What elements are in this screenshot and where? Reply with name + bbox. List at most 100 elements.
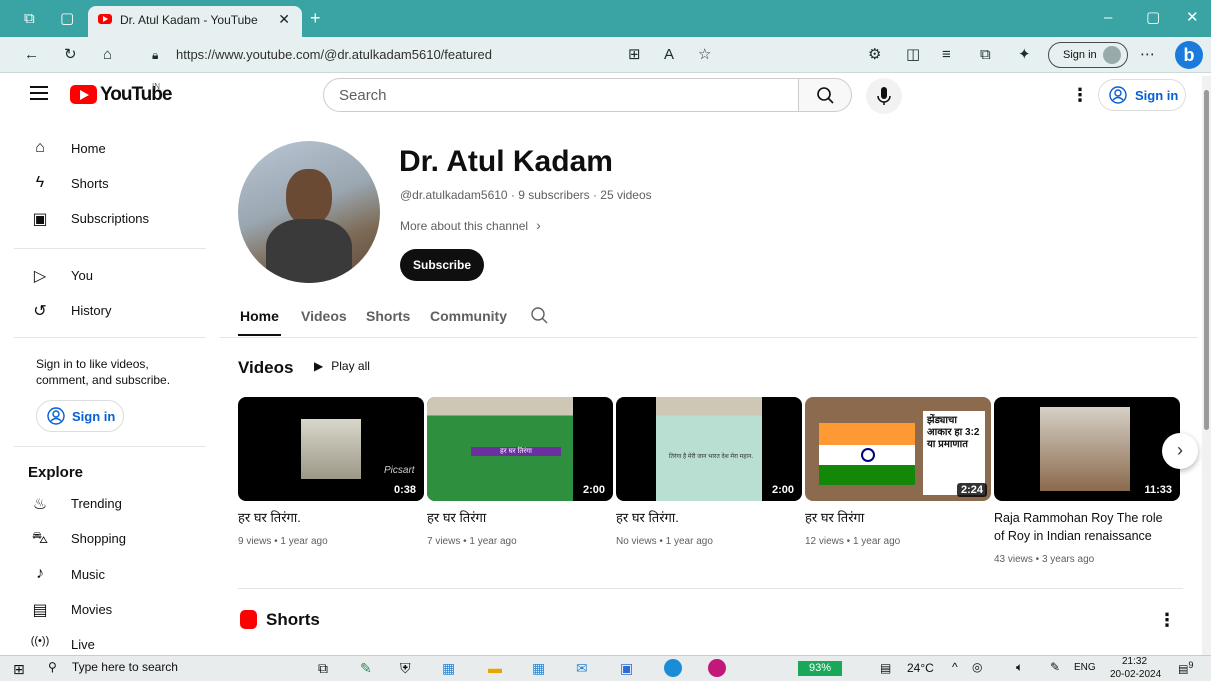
- scrollbar-thumb[interactable]: [1204, 90, 1209, 430]
- calendar-icon[interactable]: ▦: [532, 660, 545, 677]
- channel-search-icon[interactable]: [530, 306, 550, 326]
- news-widget-icon[interactable]: ▤: [880, 661, 891, 675]
- header-signin-button[interactable]: Sign in: [1098, 79, 1186, 111]
- play-icon: ▶: [314, 359, 324, 373]
- minimize-icon[interactable]: –: [1104, 10, 1112, 26]
- home-browser-icon[interactable]: ⌂: [103, 47, 112, 63]
- video-meta: 12 views • 1 year ago: [805, 536, 901, 547]
- search-input[interactable]: Search: [323, 78, 799, 112]
- browser-tab-active[interactable]: Dr. Atul Kadam - YouTube ✕: [88, 6, 302, 37]
- clock-time[interactable]: 21:32: [1122, 656, 1147, 667]
- close-tab-icon[interactable]: ✕: [278, 11, 290, 28]
- signin-prompt: Sign in to like videos, comment, and sub…: [36, 357, 171, 387]
- app-icon[interactable]: ✎: [360, 660, 372, 677]
- extensions-icon[interactable]: ⚙: [868, 47, 881, 63]
- video-thumbnail-1[interactable]: Picsart 0:38: [238, 397, 424, 501]
- show-hidden-icons-icon[interactable]: ^: [952, 660, 958, 674]
- tab-community[interactable]: Community: [430, 308, 507, 324]
- notification-center-icon[interactable]: ▤9: [1178, 660, 1194, 676]
- copilot-icon[interactable]: ✦: [1018, 47, 1031, 63]
- tab-shorts[interactable]: Shorts: [366, 308, 410, 324]
- bing-chat-icon[interactable]: b: [1175, 41, 1203, 69]
- url-field[interactable]: 🔒︎ https://www.youtube.com/@dr.atulkadam…: [140, 42, 1040, 68]
- windows-start-icon[interactable]: ⊞: [13, 661, 25, 678]
- close-window-icon[interactable]: ✕: [1186, 10, 1199, 26]
- language-indicator[interactable]: ENG: [1074, 662, 1096, 673]
- briefcase-icon[interactable]: ▣: [620, 660, 633, 677]
- battery-indicator[interactable]: 93%: [798, 661, 842, 676]
- thumbnail-caption: तिरंगा है मेरी जान भारत देश मेरा महान.: [669, 454, 753, 460]
- temperature-readout[interactable]: 24°C: [907, 661, 934, 675]
- favorite-star-icon[interactable]: ☆: [698, 47, 711, 63]
- explore-heading: Explore: [28, 464, 84, 481]
- avatar-face: [286, 169, 332, 225]
- tab-actions-icon[interactable]: ▢: [60, 11, 74, 27]
- sidebar-divider: [14, 337, 206, 338]
- tab-videos[interactable]: Videos: [301, 308, 347, 324]
- new-tab-icon[interactable]: +: [310, 9, 321, 27]
- play-all-button[interactable]: ▶ Play all: [314, 359, 370, 373]
- video-title[interactable]: हर घर तिरंगा: [427, 509, 607, 527]
- shorts-more-icon[interactable]: ⋮: [1158, 610, 1176, 631]
- volume-icon[interactable]: 🔈︎: [1016, 660, 1023, 675]
- home-icon: ⌂: [35, 139, 45, 156]
- tabs-divider: [220, 337, 1198, 338]
- flag-green: [819, 465, 915, 485]
- pen-icon[interactable]: ✎: [1050, 660, 1060, 674]
- maximize-icon[interactable]: ▢: [1146, 10, 1160, 26]
- thumbnail-image: [656, 397, 762, 501]
- ashoka-chakra-icon: [861, 448, 875, 462]
- page-scrollbar[interactable]: [1202, 76, 1211, 655]
- video-thumbnail-3[interactable]: तिरंगा है मेरी जान भारत देश मेरा महान. 2…: [616, 397, 802, 501]
- read-aloud-icon[interactable]: A: [664, 47, 674, 63]
- edge-browser-icon[interactable]: [664, 659, 682, 677]
- wps-office-icon[interactable]: [708, 659, 726, 677]
- video-thumbnail-5[interactable]: 11:33: [994, 397, 1180, 501]
- video-title[interactable]: हर घर तिरंगा: [805, 509, 985, 527]
- sidebar-signin-button[interactable]: Sign in: [36, 400, 124, 432]
- profile-avatar-icon: [1103, 46, 1121, 64]
- more-about-link[interactable]: More about this channel ›: [400, 217, 541, 233]
- video-thumbnail-4[interactable]: झेंड्याचा आकार हा 3:2 या प्रमाणात 2:24: [805, 397, 991, 501]
- menu-icon[interactable]: [30, 86, 48, 100]
- voice-search-button[interactable]: [866, 78, 902, 114]
- thumbnail-caption: हर घर तिरंगा: [471, 447, 561, 456]
- clock-date[interactable]: 20-02-2024: [1110, 669, 1161, 680]
- refresh-icon[interactable]: ↻: [64, 47, 77, 63]
- video-title[interactable]: हर घर तिरंगा.: [616, 509, 796, 527]
- history-icon: ↺: [33, 303, 47, 320]
- search-icon: [817, 87, 834, 104]
- lock-icon: 🔒︎: [152, 48, 159, 62]
- active-tab-indicator: [238, 334, 281, 336]
- shopping-icon: ⛍: [31, 530, 49, 547]
- browser-signin-button[interactable]: Sign in: [1048, 42, 1128, 68]
- collections-icon[interactable]: ⧉: [980, 47, 991, 63]
- split-screen-icon[interactable]: ◫: [906, 47, 920, 63]
- youtube-logo-icon[interactable]: [70, 85, 97, 104]
- video-title[interactable]: हर घर तिरंगा.: [238, 509, 418, 527]
- youtube-logo-text[interactable]: YouTube: [100, 84, 172, 106]
- tab-home[interactable]: Home: [240, 308, 279, 324]
- workspaces-icon[interactable]: ⧉: [24, 11, 35, 27]
- security-shield-icon[interactable]: ⛨: [400, 660, 411, 677]
- more-options-icon[interactable]: ⋯: [1140, 47, 1155, 63]
- task-view-icon[interactable]: ⧉: [318, 660, 328, 677]
- file-explorer-icon[interactable]: ▬: [488, 660, 502, 676]
- taskbar-search-input[interactable]: ⚲ Type here to search: [48, 660, 293, 678]
- channel-avatar[interactable]: [238, 141, 380, 283]
- avatar-shirt: [266, 219, 352, 283]
- settings-more-icon[interactable]: ⋮: [1071, 85, 1089, 106]
- favorites-icon[interactable]: ≡: [942, 47, 951, 63]
- network-icon[interactable]: ◎: [972, 660, 982, 674]
- subscribe-button[interactable]: Subscribe: [400, 249, 484, 281]
- carousel-next-button[interactable]: ›: [1162, 433, 1198, 469]
- video-title[interactable]: Raja Rammohan Roy The role of Roy in Ind…: [994, 509, 1169, 545]
- video-thumbnail-2[interactable]: हर घर तिरंगा 2:00: [427, 397, 613, 501]
- app-view-icon[interactable]: ⊞: [628, 47, 641, 63]
- video-meta: No views • 1 year ago: [616, 536, 713, 547]
- search-button[interactable]: [798, 78, 852, 112]
- store-icon[interactable]: ▦: [442, 660, 455, 677]
- mail-icon[interactable]: ✉: [576, 660, 588, 677]
- channel-handle-line: @dr.atulkadam5610 · 9 subscribers · 25 v…: [400, 188, 652, 202]
- back-icon[interactable]: ←: [24, 47, 39, 63]
